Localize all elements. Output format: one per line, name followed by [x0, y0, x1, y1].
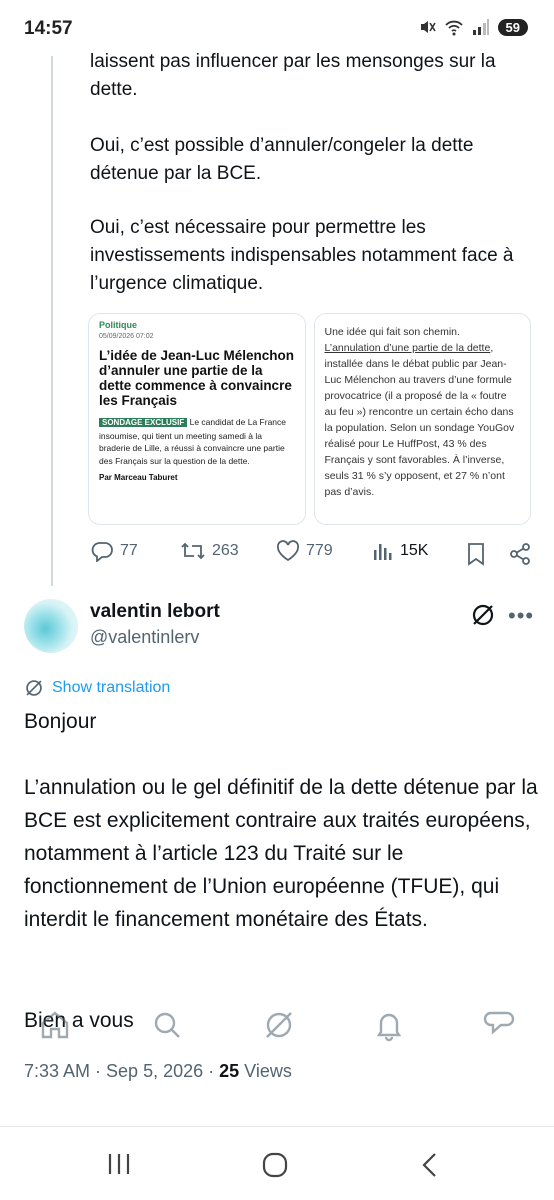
system-nav-bar [0, 1130, 554, 1200]
tweet-paragraph: Oui, c’est nécessaire pour permettre les… [90, 217, 514, 294]
show-translation-label: Show translation [52, 679, 171, 696]
share-icon[interactable] [508, 542, 532, 566]
article-card-left: Politique 05/09/2026 07:02 L’idée de Jea… [88, 313, 306, 525]
grok-icon[interactable] [470, 602, 496, 628]
recents-icon[interactable] [106, 1152, 132, 1176]
like-icon [276, 540, 300, 562]
wifi-icon [444, 20, 463, 36]
more-icon[interactable]: ••• [508, 603, 534, 629]
article-author: Par Marceau Taburet [99, 473, 178, 482]
messages-icon[interactable] [482, 1008, 516, 1042]
repost-count: 263 [212, 542, 239, 559]
reply-body: L’annulation ou le gel définitif de la d… [24, 776, 538, 931]
article-link: L’annulation d’une partie de la dette [324, 342, 491, 354]
article-lede: SONDAGE EXCLUSIF Le candidat de La Franc… [99, 416, 295, 467]
article-headline: L’idée de Jean-Luc Mélenchon d’annuler u… [99, 348, 295, 408]
tweet-actions: 77 263 779 15K [90, 540, 535, 570]
reply-icon [91, 542, 113, 562]
reply-greeting: Bonjour [24, 710, 97, 733]
views-button[interactable]: 15K [372, 540, 428, 562]
user-name[interactable]: valentin lebort [90, 601, 220, 623]
reply-time: 7:33 AM · Sep 5, 2026 · [24, 1061, 220, 1081]
views-icon [374, 544, 392, 560]
reply-button[interactable]: 77 [90, 540, 138, 562]
article-card-right: Une idée qui fait son chemin. L’annulati… [313, 313, 531, 525]
battery-indicator: 59 [497, 18, 528, 36]
views-count: 15K [400, 542, 429, 559]
translate-icon [26, 680, 42, 696]
user-handle[interactable]: @valentinlerv [90, 627, 199, 648]
repost-icon [181, 542, 205, 560]
show-translation-link[interactable]: Show translation [24, 678, 170, 698]
back-icon[interactable] [420, 1152, 440, 1178]
like-count: 779 [306, 542, 333, 559]
bottom-tab-bar [0, 1000, 554, 1060]
reply-timestamp: 7:33 AM · Sep 5, 2026 · 25 Views [24, 1061, 292, 1082]
status-icons: 59 [418, 18, 528, 36]
thread-line [51, 56, 53, 586]
article-date: 05/09/2026 07:02 [99, 333, 154, 340]
exclusive-badge: SONDAGE EXCLUSIF [99, 418, 188, 427]
mute-icon [420, 21, 436, 33]
reply-views-count: 25 [219, 1061, 240, 1081]
bookmark-icon[interactable] [466, 542, 486, 566]
article-section: Politique [99, 320, 137, 330]
tweet-paragraph: Oui, c’est possible d’annuler/congeler l… [90, 135, 474, 184]
signal-icon [472, 19, 489, 35]
home-nav-icon[interactable] [262, 1152, 288, 1178]
communities-icon[interactable] [262, 1008, 296, 1042]
tweet-paragraph: laissent pas influencer par les mensonge… [90, 51, 496, 100]
reply-views-label: Views [239, 1061, 292, 1081]
reply-count: 77 [120, 542, 138, 559]
home-icon[interactable] [38, 1008, 72, 1042]
article-intro: Une idée qui fait son chemin. [324, 326, 460, 338]
notifications-icon[interactable] [372, 1008, 406, 1042]
divider [0, 1126, 554, 1127]
status-time: 14:57 [24, 18, 73, 39]
search-icon[interactable] [150, 1008, 184, 1042]
avatar[interactable] [24, 599, 78, 653]
article-image[interactable]: Politique 05/09/2026 07:02 L’idée de Jea… [88, 313, 531, 525]
article-text: , installée dans le débat public par Jea… [324, 342, 515, 498]
like-button[interactable]: 779 [276, 540, 333, 562]
repost-button[interactable]: 263 [180, 540, 239, 562]
